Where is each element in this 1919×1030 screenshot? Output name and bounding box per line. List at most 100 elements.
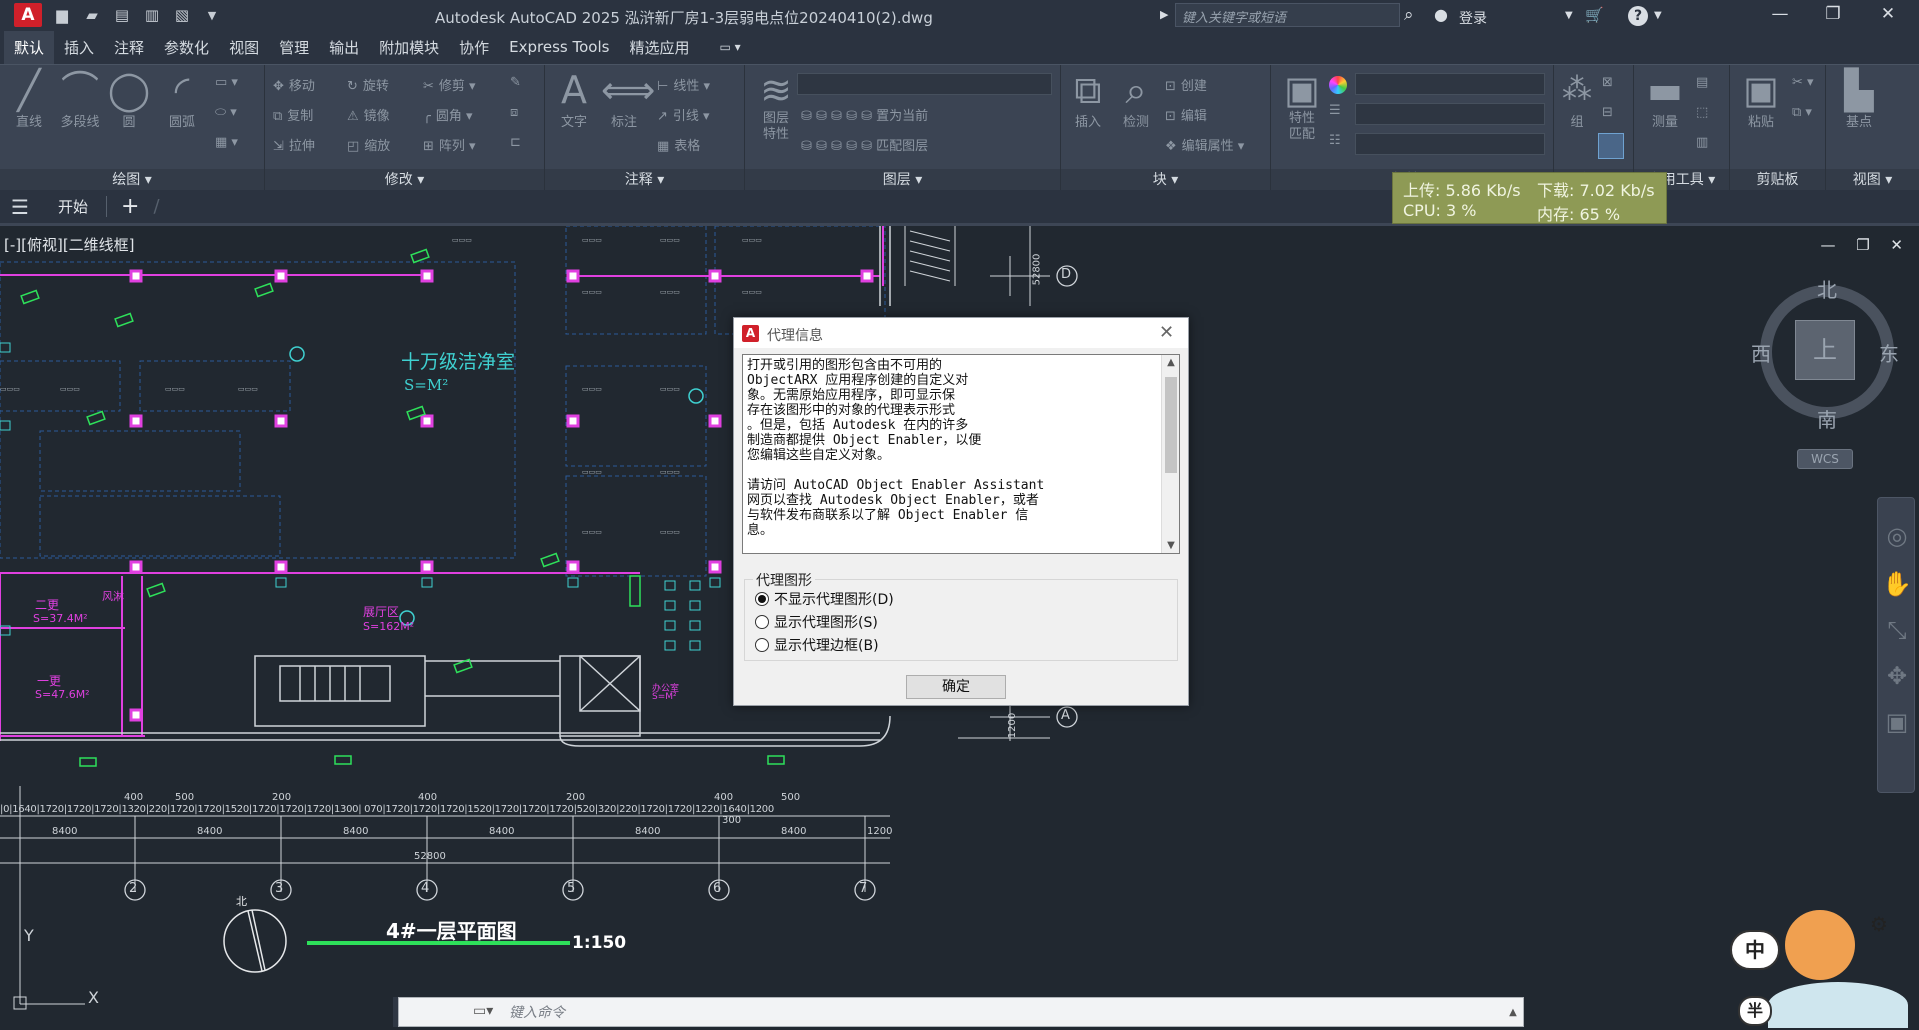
tab-default[interactable]: 默认 bbox=[4, 30, 55, 64]
add-tab-button[interactable]: + bbox=[107, 194, 153, 219]
lineweight-dropdown[interactable] bbox=[1355, 133, 1545, 155]
radio-button-selected[interactable] bbox=[755, 592, 769, 606]
mirror-button[interactable]: ⚠ 镜像 bbox=[347, 105, 390, 124]
calc-icon[interactable]: ▤ bbox=[1696, 75, 1708, 90]
saveas-icon[interactable]: ▥ bbox=[142, 6, 162, 24]
tab-featured-apps[interactable]: 精选应用 bbox=[619, 31, 699, 64]
fillet-button[interactable]: ╭ 圆角 ▾ bbox=[423, 105, 473, 124]
copy-clip-icon[interactable]: ⧉ ▾ bbox=[1792, 105, 1812, 120]
tab-addins[interactable]: 附加模块 bbox=[369, 31, 449, 64]
radio-show-proxy[interactable]: 显示代理图形(S) bbox=[755, 612, 878, 632]
cut-icon[interactable]: ✂ ▾ bbox=[1792, 75, 1814, 90]
dialog-scrollbar[interactable]: ▲ ▼ bbox=[1161, 355, 1179, 553]
color-wheel-icon[interactable] bbox=[1329, 76, 1347, 94]
group-edit-icon[interactable]: ⊟ bbox=[1602, 105, 1613, 120]
radio-button[interactable] bbox=[755, 615, 769, 629]
viewcube-west[interactable]: 西 bbox=[1751, 338, 1771, 367]
group-select-icon[interactable] bbox=[1598, 133, 1624, 159]
panel-block-title[interactable]: 块 ▾ bbox=[1061, 169, 1270, 191]
open-icon[interactable]: ▰ bbox=[82, 6, 102, 24]
insert-block-button[interactable]: ⧉ 插入 bbox=[1065, 69, 1111, 130]
scroll-down-icon[interactable]: ▼ bbox=[1162, 540, 1179, 551]
tab-start[interactable]: 开始 bbox=[40, 196, 108, 217]
rotate-button[interactable]: ↻ 旋转 bbox=[347, 75, 389, 94]
ok-button[interactable]: 确定 bbox=[906, 675, 1006, 699]
search-icon[interactable]: ⌕ bbox=[1404, 5, 1414, 25]
layer-properties-button[interactable]: ≋ 图层 特性 bbox=[751, 69, 801, 143]
line-button[interactable]: ╱ 直线 bbox=[6, 69, 52, 130]
scroll-thumb[interactable] bbox=[1165, 377, 1177, 473]
leader-button[interactable]: ↗ 引线 ▾ bbox=[657, 105, 710, 124]
command-line[interactable]: ▭▾ 键入命令 ▲ bbox=[398, 997, 1524, 1027]
linetype-dropdown[interactable] bbox=[1355, 103, 1545, 125]
cart-icon[interactable]: 🛒 bbox=[1585, 6, 1604, 24]
steering-wheel-icon[interactable]: ◎ bbox=[1878, 522, 1916, 550]
rectangle-icon[interactable]: ▭ ▾ bbox=[215, 75, 238, 90]
explode-icon[interactable]: ⧈ bbox=[510, 105, 518, 120]
trim-button[interactable]: ✂ 修剪 ▾ bbox=[423, 75, 476, 94]
new-icon[interactable]: ▆ bbox=[52, 6, 72, 24]
chevron-down-icon[interactable]: ▼ bbox=[1565, 10, 1573, 21]
autocad-logo[interactable]: A bbox=[14, 3, 42, 27]
paste-button[interactable]: ▣ 粘贴 bbox=[1736, 69, 1786, 130]
zoom-extents-icon[interactable]: ⤡ bbox=[1878, 616, 1916, 644]
command-history-icon[interactable]: ▭▾ bbox=[473, 1003, 493, 1019]
detect-button[interactable]: ⌕ 检测 bbox=[1113, 69, 1159, 130]
chevron-down-icon[interactable]: ▼ bbox=[202, 6, 222, 24]
orbit-icon[interactable]: ✥ bbox=[1878, 662, 1916, 690]
radio-show-bounding-box[interactable]: 显示代理边框(B) bbox=[755, 635, 879, 655]
viewcube-north[interactable]: 北 bbox=[1817, 274, 1837, 303]
tab-output[interactable]: 输出 bbox=[319, 31, 369, 64]
viewcube-east[interactable]: 东 bbox=[1879, 338, 1899, 367]
chevron-up-icon[interactable]: ▲ bbox=[1503, 1007, 1523, 1018]
linear-button[interactable]: ⊢ 线性 ▾ bbox=[657, 75, 710, 94]
gear-icon[interactable]: ⚙ bbox=[1870, 912, 1888, 936]
copy-button[interactable]: ⧉ 复制 bbox=[273, 105, 313, 124]
color-dropdown[interactable] bbox=[1355, 73, 1545, 95]
scale-button[interactable]: ◰ 缩放 bbox=[347, 135, 390, 154]
radio-button[interactable] bbox=[755, 638, 769, 652]
base-button[interactable]: ▙ 基点 bbox=[1834, 69, 1884, 130]
match-properties-button[interactable]: ▣ 特性 匹配 bbox=[1279, 69, 1325, 143]
create-block-button[interactable]: ⊡ 创建 bbox=[1165, 75, 1207, 94]
radio-hide-proxy[interactable]: 不显示代理图形(D) bbox=[755, 589, 894, 609]
move-button[interactable]: ✥ 移动 bbox=[273, 75, 315, 94]
ungroup-icon[interactable]: ⊠ bbox=[1602, 75, 1613, 90]
minimize-button[interactable]: — bbox=[1765, 4, 1795, 26]
tab-annotate[interactable]: 注释 bbox=[104, 31, 154, 64]
tab-insert[interactable]: 插入 bbox=[54, 31, 104, 64]
layer-tools-row1[interactable]: ⛁ ⛁ ⛁ ⛁ ⛁ 置为当前 bbox=[801, 105, 928, 124]
dimension-button[interactable]: ⟺ 标注 bbox=[601, 69, 655, 130]
panel-draw-title[interactable]: 绘图 ▾ bbox=[0, 169, 264, 191]
tab-parametric[interactable]: 参数化 bbox=[154, 31, 219, 64]
viewport-window-controls[interactable]: — ❐ ✕ bbox=[1820, 236, 1911, 254]
login-button[interactable]: 登录 bbox=[1459, 8, 1487, 28]
table-button[interactable]: ▦ 表格 bbox=[657, 135, 700, 154]
scroll-up-icon[interactable]: ▲ bbox=[1162, 357, 1179, 368]
circle-button[interactable]: ◯ 圆 bbox=[106, 69, 152, 130]
wcs-dropdown[interactable]: WCS bbox=[1797, 449, 1853, 469]
stretch-button[interactable]: ⇲ 拉伸 bbox=[273, 135, 315, 154]
viewcube[interactable]: 上 北 南 东 西 bbox=[1751, 278, 1899, 432]
tab-view[interactable]: 视图 bbox=[219, 31, 269, 64]
panel-layers-title[interactable]: 图层 ▾ bbox=[745, 169, 1060, 191]
panel-modify-title[interactable]: 修改 ▾ bbox=[265, 169, 544, 191]
menu-icon[interactable]: ☰ bbox=[0, 195, 40, 219]
dialog-close-button[interactable]: ✕ bbox=[1159, 322, 1174, 343]
measure-button[interactable]: ▬ 测量 bbox=[1640, 69, 1690, 130]
layer-dropdown[interactable] bbox=[797, 73, 1052, 95]
panel-view-title[interactable]: 视图 ▾ bbox=[1826, 169, 1919, 191]
save-icon[interactable]: ▤ bbox=[112, 6, 132, 24]
edit-block-button[interactable]: ⊡ 编辑 bbox=[1165, 105, 1207, 124]
ime-chinese-toggle[interactable]: 中 bbox=[1730, 930, 1780, 970]
pan-icon[interactable]: ✋ bbox=[1878, 570, 1916, 598]
hatch-icon[interactable]: ▦ ▾ bbox=[215, 135, 238, 150]
polyline-button[interactable]: ⌒ 多段线 bbox=[52, 69, 108, 130]
close-button[interactable]: ✕ bbox=[1873, 4, 1903, 26]
select-icon[interactable]: ⬚ bbox=[1696, 105, 1708, 120]
user-icon[interactable]: ● bbox=[1434, 5, 1448, 24]
chevron-right-icon[interactable]: ▶ bbox=[1160, 8, 1168, 21]
ime-half-width-toggle[interactable]: 半 bbox=[1738, 996, 1772, 1026]
point-icon[interactable]: ▥ bbox=[1696, 135, 1708, 150]
offset-icon[interactable]: ⊏ bbox=[510, 135, 521, 150]
